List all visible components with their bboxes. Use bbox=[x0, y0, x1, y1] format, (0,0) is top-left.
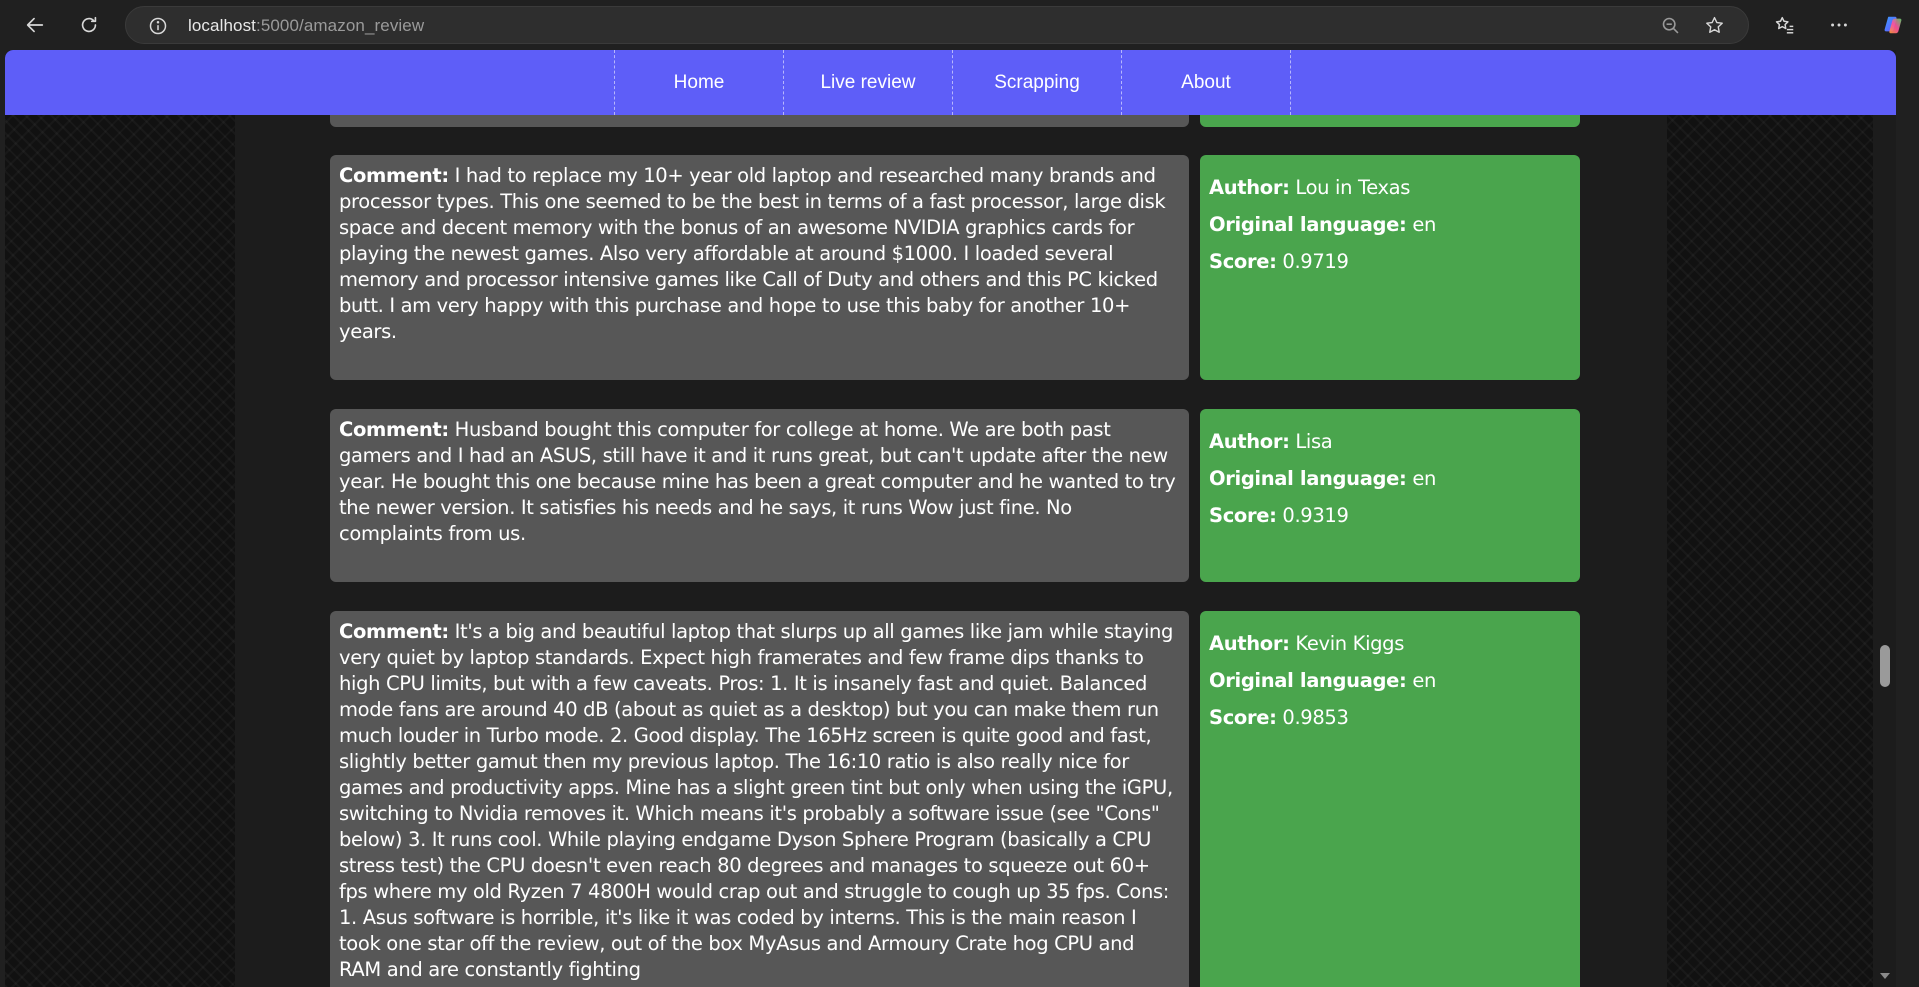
zoom-icon[interactable] bbox=[1660, 15, 1681, 36]
author-line: Author: Lisa bbox=[1209, 429, 1572, 466]
top-navbar: Home Live review Scrapping About bbox=[5, 50, 1896, 115]
language-label: Original language: bbox=[1209, 669, 1407, 692]
review-meta-box: Author: Kevin Kiggs Original language: e… bbox=[1200, 611, 1580, 987]
author-label: Author: bbox=[1209, 176, 1290, 199]
comment-box: Comment: Husband bought this computer fo… bbox=[330, 409, 1189, 582]
author-line: Author: Lou in Texas bbox=[1209, 175, 1572, 212]
comment-label: Comment: bbox=[339, 164, 449, 187]
url-text: localhost:5000/amazon_review bbox=[188, 16, 424, 36]
more-options-icon bbox=[1831, 23, 1847, 27]
comment-text: It's a big and beautiful laptop that slu… bbox=[339, 620, 1174, 981]
author-value: Kevin Kiggs bbox=[1295, 632, 1405, 655]
score-label: Score: bbox=[1209, 504, 1277, 527]
refresh-icon bbox=[81, 16, 97, 33]
page-scrollbar[interactable] bbox=[1873, 50, 1896, 987]
author-line: Author: Kevin Kiggs bbox=[1209, 631, 1572, 668]
language-label: Original language: bbox=[1209, 213, 1407, 236]
comment-box: Comment: It's a big and beautiful laptop… bbox=[330, 611, 1189, 987]
back-button[interactable] bbox=[17, 7, 53, 43]
score-label: Score: bbox=[1209, 706, 1277, 729]
refresh-button[interactable] bbox=[71, 7, 107, 43]
address-bar[interactable]: localhost:5000/amazon_review bbox=[125, 6, 1749, 44]
author-label: Author: bbox=[1209, 632, 1290, 655]
browser-toolbar: localhost:5000/amazon_review bbox=[0, 0, 1919, 50]
score-label: Score: bbox=[1209, 250, 1277, 273]
score-line: Score: 0.9853 bbox=[1209, 705, 1572, 742]
page-viewport: Comment: I had to replace my 10+ year ol… bbox=[5, 50, 1896, 987]
favorites-list-icon bbox=[1775, 16, 1794, 34]
nav-links: Home Live review Scrapping About bbox=[614, 50, 1291, 115]
score-value: 0.9319 bbox=[1282, 504, 1349, 527]
language-line: Original language: en bbox=[1209, 668, 1572, 705]
nav-scrapping-link[interactable]: Scrapping bbox=[953, 50, 1122, 115]
language-label: Original language: bbox=[1209, 467, 1407, 490]
site-info-icon[interactable] bbox=[148, 16, 168, 36]
url-host: localhost bbox=[188, 16, 256, 35]
language-value: en bbox=[1412, 669, 1436, 692]
score-value: 0.9719 bbox=[1282, 250, 1349, 273]
nav-live-review-link[interactable]: Live review bbox=[784, 50, 953, 115]
comment-label: Comment: bbox=[339, 418, 449, 441]
comment-label: Comment: bbox=[339, 620, 449, 643]
score-line: Score: 0.9719 bbox=[1209, 249, 1572, 286]
favorites-button[interactable] bbox=[1767, 7, 1803, 43]
comment-text: Husband bought this computer for college… bbox=[339, 418, 1176, 545]
author-value: Lou in Texas bbox=[1295, 176, 1411, 199]
copilot-icon bbox=[1884, 16, 1902, 34]
favorite-star-icon[interactable] bbox=[1704, 15, 1725, 36]
comment-box: Comment: I had to replace my 10+ year ol… bbox=[330, 155, 1189, 380]
author-label: Author: bbox=[1209, 430, 1290, 453]
nav-about-link[interactable]: About bbox=[1122, 50, 1291, 115]
copilot-button[interactable] bbox=[1875, 7, 1911, 43]
score-value: 0.9853 bbox=[1282, 706, 1349, 729]
scroll-down-icon[interactable] bbox=[1879, 971, 1891, 981]
language-line: Original language: en bbox=[1209, 466, 1572, 503]
back-arrow-icon bbox=[26, 17, 44, 33]
language-value: en bbox=[1412, 213, 1436, 236]
url-path: :5000/amazon_review bbox=[256, 16, 425, 35]
score-line: Score: 0.9319 bbox=[1209, 503, 1572, 540]
author-value: Lisa bbox=[1295, 430, 1333, 453]
review-meta-box: Author: Lisa Original language: en Score… bbox=[1200, 409, 1580, 582]
review-meta-box: Author: Lou in Texas Original language: … bbox=[1200, 155, 1580, 380]
more-menu-button[interactable] bbox=[1821, 7, 1857, 43]
language-value: en bbox=[1412, 467, 1436, 490]
language-line: Original language: en bbox=[1209, 212, 1572, 249]
comment-text: I had to replace my 10+ year old laptop … bbox=[339, 164, 1166, 343]
nav-home-link[interactable]: Home bbox=[615, 50, 784, 115]
scrollbar-thumb[interactable] bbox=[1880, 645, 1890, 687]
